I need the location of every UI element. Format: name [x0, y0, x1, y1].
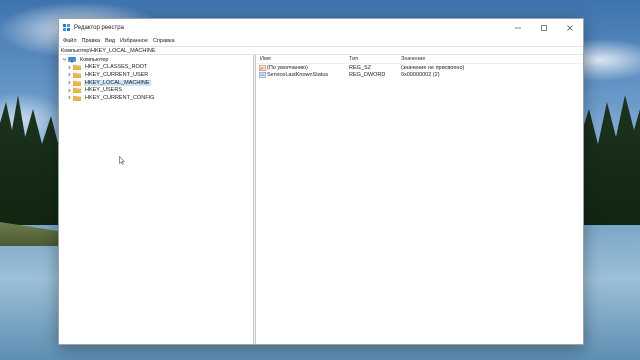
- tree-item-hkey-classes-root[interactable]: HKEY_CLASSES_ROOT: [59, 64, 253, 72]
- folder-icon: [73, 95, 81, 101]
- list-header: Имя Тип Значение: [256, 55, 583, 64]
- menu-bar: Файл Правка Вид Избранное Справка: [59, 36, 583, 46]
- value-name-cell: ServiceLastKnownStatus: [256, 72, 349, 78]
- registry-editor-icon: [63, 24, 70, 31]
- column-header-data[interactable]: Значение: [401, 56, 583, 62]
- chevron-right-icon[interactable]: [65, 65, 73, 70]
- key-tree-pane[interactable]: Компьютер HKEY_CLASSES_ROOT HKEY_CURRENT…: [59, 55, 254, 344]
- binary-value-icon: [259, 72, 266, 79]
- column-header-name[interactable]: Имя: [256, 56, 349, 62]
- main-content: Компьютер HKEY_CLASSES_ROOT HKEY_CURRENT…: [59, 55, 583, 344]
- minimize-button[interactable]: [505, 19, 531, 36]
- maximize-icon: [541, 24, 547, 31]
- menu-favorites[interactable]: Избранное: [119, 38, 152, 44]
- maximize-button[interactable]: [531, 19, 557, 36]
- value-type: REG_SZ: [349, 64, 372, 71]
- address-path[interactable]: Компьютер\HKEY_LOCAL_MACHINE: [61, 48, 156, 54]
- folder-icon: [73, 80, 81, 86]
- value-name: ServiceLastKnownStatus: [267, 72, 329, 79]
- svg-text:ab: ab: [260, 65, 265, 70]
- value-type: REG_DWORD: [349, 72, 386, 79]
- chevron-right-icon[interactable]: [65, 72, 73, 77]
- folder-icon: [73, 72, 81, 78]
- folder-icon: [73, 64, 81, 71]
- tree-item-label: HKEY_CURRENT_USER: [85, 71, 149, 78]
- tree-item-hkey-users[interactable]: HKEY_USERS: [59, 86, 253, 94]
- tree-item-label: HKEY_USERS: [85, 87, 122, 94]
- tree-item-label: HKEY_LOCAL_MACHINE: [84, 79, 151, 86]
- string-value-icon: ab: [259, 64, 266, 71]
- value-data: 0x00000002 (2): [401, 72, 440, 79]
- registry-editor-window: Редактор реестра Файл Правка Вид Избранн…: [58, 18, 584, 345]
- column-header-type[interactable]: Тип: [349, 56, 401, 62]
- menu-edit[interactable]: Правка: [81, 38, 105, 44]
- chevron-down-icon[interactable]: [60, 57, 68, 62]
- menu-help[interactable]: Справка: [152, 38, 179, 44]
- window-title: Редактор реестра: [74, 24, 124, 31]
- chevron-right-icon[interactable]: [65, 88, 73, 93]
- computer-icon: [68, 56, 76, 63]
- value-name-cell: ab (По умолчанию): [256, 65, 349, 71]
- address-bar[interactable]: Компьютер\HKEY_LOCAL_MACHINE: [59, 46, 583, 55]
- value-row[interactable]: ab (По умолчанию) REG_SZ (значение не пр…: [256, 64, 583, 72]
- chevron-right-icon[interactable]: [65, 80, 73, 85]
- tree-item-label: HKEY_CLASSES_ROOT: [85, 64, 148, 71]
- value-name: (По умолчанию): [267, 64, 308, 71]
- chevron-right-icon[interactable]: [65, 95, 73, 100]
- tree-root-computer[interactable]: Компьютер: [59, 56, 253, 64]
- menu-view[interactable]: Вид: [104, 38, 119, 44]
- minimize-icon: [515, 27, 521, 28]
- tree-item-label: HKEY_CURRENT_CONFIG: [85, 94, 155, 101]
- title-bar[interactable]: Редактор реестра: [59, 19, 583, 36]
- tree-item-hkey-current-config[interactable]: HKEY_CURRENT_CONFIG: [59, 94, 253, 102]
- values-list-pane[interactable]: Имя Тип Значение ab (По умолчанию) REG_S…: [256, 55, 583, 344]
- close-button[interactable]: [557, 19, 583, 36]
- tree-root-label: Компьютер: [80, 56, 109, 63]
- value-data: (значение не присвоено): [401, 64, 465, 71]
- menu-file[interactable]: Файл: [62, 38, 81, 44]
- close-icon: [567, 24, 573, 31]
- tree-item-hkey-local-machine[interactable]: HKEY_LOCAL_MACHINE: [59, 79, 253, 87]
- folder-icon: [73, 87, 81, 94]
- tree-item-hkey-current-user[interactable]: HKEY_CURRENT_USER: [59, 71, 253, 79]
- mouse-pointer-icon: [119, 156, 125, 165]
- value-row[interactable]: ServiceLastKnownStatus REG_DWORD 0x00000…: [256, 72, 583, 80]
